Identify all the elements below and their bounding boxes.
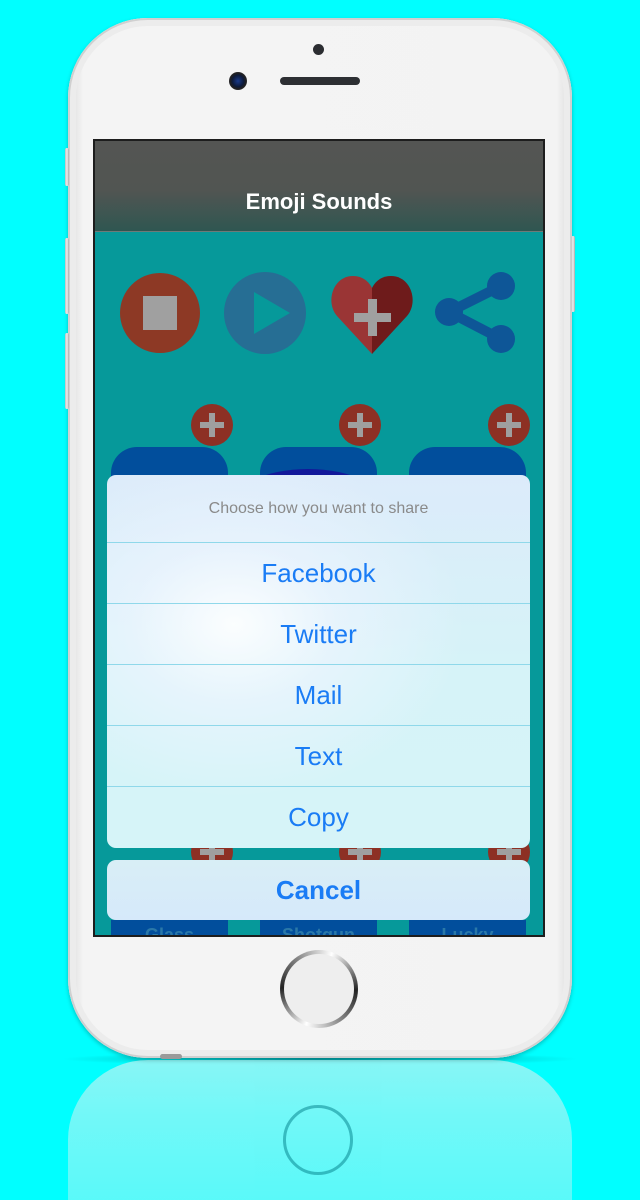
- earpiece-speaker: [280, 77, 360, 85]
- volume-down-button: [65, 333, 69, 409]
- app-screen: Emoji Sounds Glass Shotgun Lucky Choose …: [95, 141, 543, 935]
- cancel-button[interactable]: Cancel: [107, 860, 530, 920]
- share-option-mail[interactable]: Mail: [107, 665, 530, 726]
- power-button: [571, 236, 575, 312]
- home-button-reflection: [283, 1105, 353, 1175]
- home-button[interactable]: [280, 950, 358, 1028]
- front-camera-icon: [229, 72, 247, 90]
- action-sheet-title: Choose how you want to share: [107, 475, 530, 543]
- share-option-text[interactable]: Text: [107, 726, 530, 787]
- share-option-copy[interactable]: Copy: [107, 787, 530, 847]
- share-option-twitter[interactable]: Twitter: [107, 604, 530, 665]
- share-action-sheet: Choose how you want to share Facebook Tw…: [107, 475, 530, 848]
- mute-switch: [65, 148, 69, 186]
- volume-up-button: [65, 238, 69, 314]
- headphone-jack: [160, 1054, 182, 1059]
- phone-reflection: [68, 1060, 572, 1200]
- share-option-facebook[interactable]: Facebook: [107, 543, 530, 604]
- sensor-dot: [313, 44, 324, 55]
